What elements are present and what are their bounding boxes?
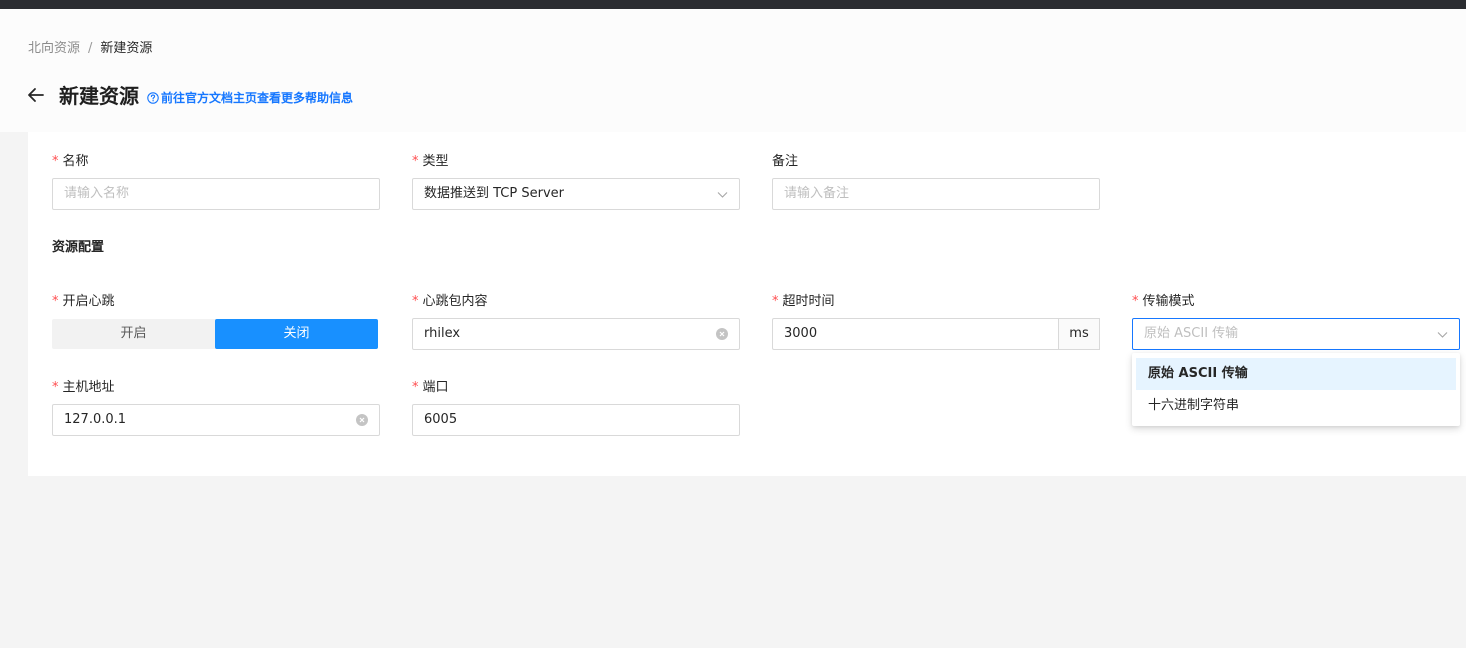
breadcrumb-parent[interactable]: 北向资源 bbox=[28, 41, 80, 56]
arrow-left-icon[interactable] bbox=[26, 86, 46, 104]
help-link-text: 前往官方文档主页查看更多帮助信息 bbox=[161, 91, 354, 105]
port-input[interactable]: 6005 bbox=[412, 404, 740, 436]
type-label: * 类型 bbox=[412, 154, 449, 169]
heartbeat-toggle: 开启 关闭 bbox=[52, 319, 378, 349]
chevron-down-icon bbox=[1437, 332, 1448, 338]
required-mark: * bbox=[772, 294, 779, 309]
required-mark: * bbox=[412, 154, 419, 169]
host-input[interactable]: 127.0.0.1 bbox=[52, 404, 380, 436]
timeout-unit: ms bbox=[1058, 318, 1100, 350]
page-title: 新建资源 bbox=[59, 84, 139, 108]
transfer-mode-placeholder: 原始 ASCII 传输 bbox=[1144, 326, 1239, 341]
required-mark: * bbox=[52, 380, 59, 395]
chevron-down-icon bbox=[717, 192, 728, 198]
transfer-mode-label: * 传输模式 bbox=[1132, 294, 1195, 309]
name-placeholder: 请输入名称 bbox=[64, 186, 130, 201]
close-circle-icon[interactable] bbox=[356, 414, 368, 426]
type-select[interactable]: 数据推送到 TCP Server bbox=[412, 178, 740, 210]
breadcrumb: 北向资源 / 新建资源 bbox=[28, 37, 152, 56]
timeout-label: * 超时时间 bbox=[772, 294, 835, 309]
port-value: 6005 bbox=[424, 412, 458, 427]
transfer-mode-option-ascii[interactable]: 原始 ASCII 传输 bbox=[1136, 358, 1456, 390]
heartbeat-content-value: rhilex bbox=[424, 326, 461, 341]
type-value: 数据推送到 TCP Server bbox=[424, 186, 564, 201]
host-value: 127.0.0.1 bbox=[64, 412, 127, 427]
required-mark: * bbox=[412, 380, 419, 395]
remark-placeholder: 请输入备注 bbox=[784, 186, 850, 201]
section-title-resource-config: 资源配置 bbox=[52, 240, 105, 255]
timeout-input[interactable]: 3000 bbox=[772, 318, 1059, 350]
close-circle-icon[interactable] bbox=[716, 328, 728, 340]
host-label: * 主机地址 bbox=[52, 380, 115, 395]
name-input[interactable]: 请输入名称 bbox=[52, 178, 380, 210]
heartbeat-option-off[interactable]: 关闭 bbox=[215, 319, 378, 349]
heartbeat-content-input[interactable]: rhilex bbox=[412, 318, 740, 350]
breadcrumb-current: 新建资源 bbox=[100, 41, 153, 56]
transfer-mode-select[interactable]: 原始 ASCII 传输 bbox=[1132, 318, 1460, 350]
heartbeat-label: * 开启心跳 bbox=[52, 294, 115, 309]
port-label: * 端口 bbox=[412, 380, 449, 395]
transfer-mode-dropdown: 原始 ASCII 传输 十六进制字符串 bbox=[1132, 353, 1460, 426]
name-label: * 名称 bbox=[52, 154, 89, 169]
timeout-value: 3000 bbox=[784, 326, 818, 341]
page-header bbox=[0, 9, 1466, 132]
question-circle-icon bbox=[147, 92, 159, 104]
required-mark: * bbox=[1132, 294, 1139, 309]
required-mark: * bbox=[52, 154, 59, 169]
breadcrumb-separator: / bbox=[88, 41, 93, 56]
help-doc-link[interactable]: 前往官方文档主页查看更多帮助信息 bbox=[147, 89, 353, 106]
remark-input[interactable]: 请输入备注 bbox=[772, 178, 1100, 210]
transfer-mode-option-hex[interactable]: 十六进制字符串 bbox=[1136, 390, 1456, 422]
remark-label: 备注 bbox=[772, 154, 799, 169]
heartbeat-content-label: * 心跳包内容 bbox=[412, 294, 488, 309]
heartbeat-option-on[interactable]: 开启 bbox=[52, 319, 215, 349]
required-mark: * bbox=[52, 294, 59, 309]
top-bar bbox=[0, 0, 1466, 9]
required-mark: * bbox=[412, 294, 419, 309]
